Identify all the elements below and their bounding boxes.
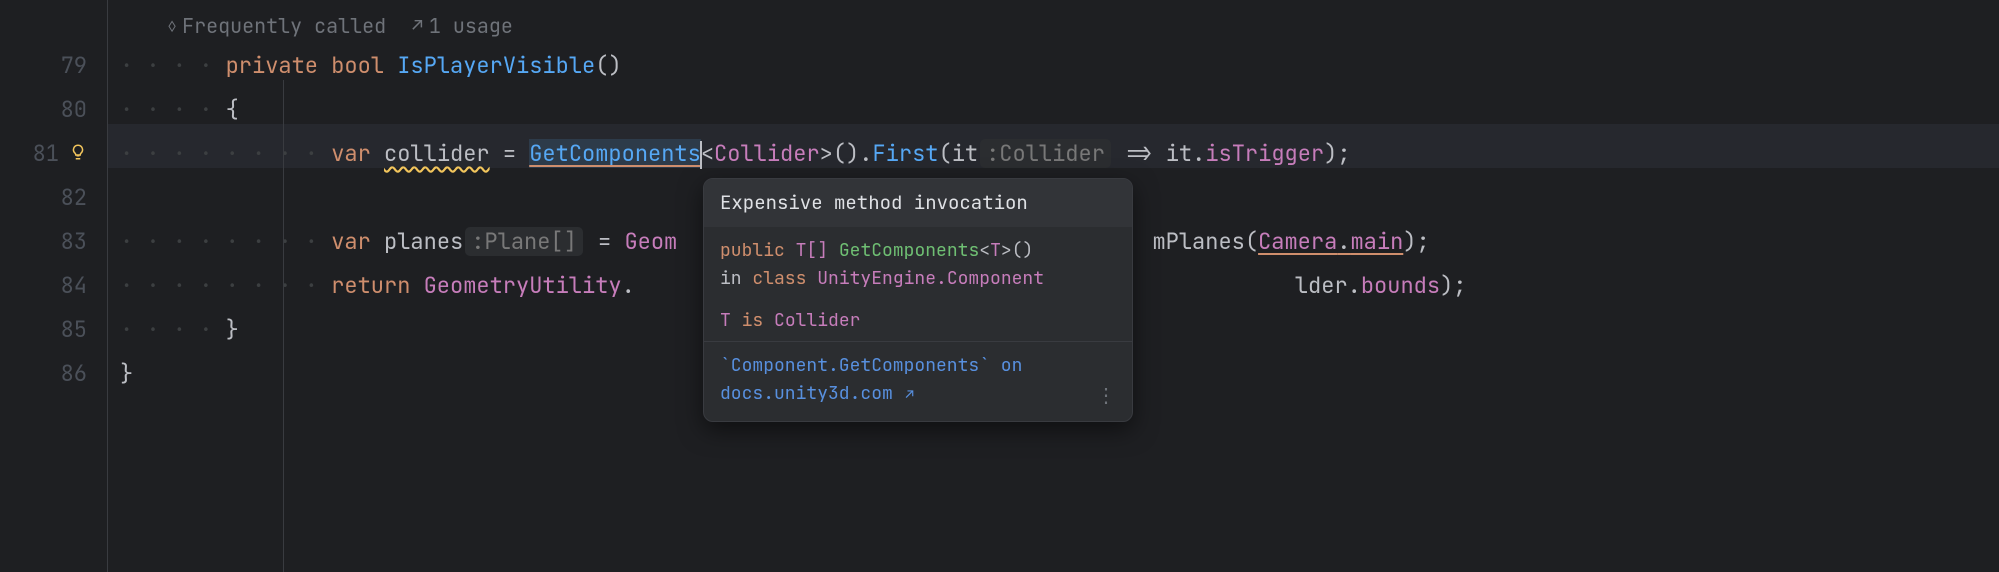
- line-number: 80: [61, 88, 87, 132]
- frequently-called-label: Frequently called: [182, 8, 386, 44]
- lightbulb-icon[interactable]: [69, 132, 87, 176]
- line-number: 85: [61, 308, 87, 352]
- fire-icon: ⬨: [168, 8, 176, 44]
- usages-label: 1 usage: [429, 8, 513, 44]
- code-area[interactable]: ⬨ Frequently called ↗ 1 usage · · · · pr…: [108, 0, 1999, 572]
- code-lens: ⬨ Frequently called ↗ 1 usage: [120, 8, 1999, 44]
- doc-link[interactable]: `Component.GetComponents` on docs.unity3…: [720, 352, 1022, 409]
- code-editor: 79 80 81 82 83 84 85 86 ⬨ Frequently cal…: [0, 0, 1999, 572]
- usage-arrow-icon: ↗: [412, 8, 423, 44]
- line-number: 84: [61, 264, 87, 308]
- code-line[interactable]: · · · · · · · · var collider = GetCompon…: [120, 132, 1999, 176]
- collider-variable[interactable]: collider: [384, 139, 490, 168]
- inspection-tooltip: Expensive method invocation public T[] G…: [703, 178, 1133, 422]
- more-options-icon[interactable]: ⋮: [1096, 381, 1116, 409]
- indent-guide: [283, 80, 284, 572]
- line-number: 81: [33, 132, 59, 176]
- line-number: 82: [61, 176, 87, 220]
- line-number: 83: [61, 220, 87, 264]
- usages-annotation[interactable]: ↗ 1 usage: [412, 8, 513, 44]
- line-number: 86: [61, 352, 87, 396]
- code-line[interactable]: · · · · private bool IsPlayerVisible(): [120, 44, 1999, 88]
- external-link-icon: ↗: [906, 386, 914, 404]
- camera-main-link[interactable]: Camera.main: [1258, 227, 1403, 256]
- get-components-call[interactable]: GetComponents: [529, 139, 701, 168]
- tooltip-body: public T[] GetComponents<T>() in class U…: [704, 227, 1132, 341]
- code-line[interactable]: · · · · {: [120, 88, 1999, 132]
- frequently-called-annotation[interactable]: ⬨ Frequently called: [168, 8, 386, 44]
- line-number: 79: [61, 44, 87, 88]
- inline-hint: :Collider: [980, 139, 1111, 168]
- tooltip-title: Expensive method invocation: [704, 179, 1132, 227]
- inline-hint: :Plane[]: [465, 227, 583, 256]
- gutter: 79 80 81 82 83 84 85 86: [0, 0, 108, 572]
